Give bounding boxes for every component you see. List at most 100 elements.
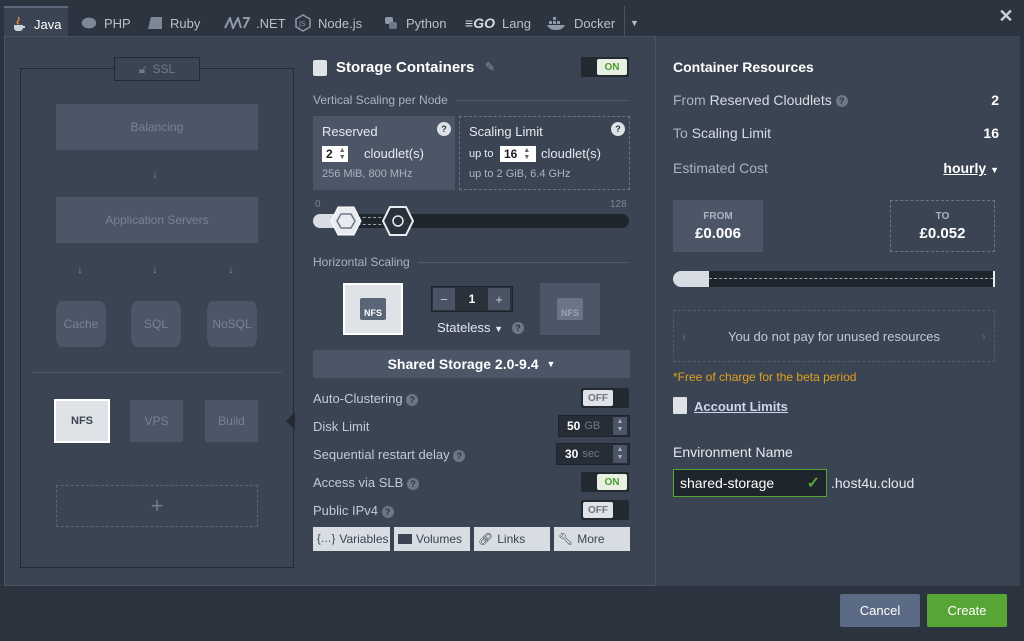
pencil-icon[interactable]: ✎ bbox=[485, 60, 495, 74]
build-node[interactable]: Build bbox=[205, 400, 258, 442]
links-button[interactable]: 🔗︎ Links bbox=[474, 527, 550, 551]
tab-php[interactable]: PHP bbox=[74, 6, 137, 40]
tab-dotnet[interactable]: .NET bbox=[218, 6, 292, 40]
svg-text:JS: JS bbox=[298, 20, 306, 28]
nfs-node-ghost[interactable]: NFS bbox=[540, 283, 600, 335]
tab-ruby[interactable]: Ruby bbox=[140, 6, 206, 40]
vps-label: VPS bbox=[144, 414, 169, 428]
chevron-down-icon: ▼ bbox=[546, 359, 556, 369]
spinner-icon[interactable]: ▲ ▼ bbox=[613, 417, 627, 435]
from-value: 2 bbox=[991, 92, 999, 108]
help-icon[interactable]: ? bbox=[512, 322, 524, 334]
tab-bar: Java PHP Ruby .NET JS Node.js Python ≡ GO… bbox=[0, 0, 1024, 40]
divider bbox=[418, 262, 629, 263]
nfs-node-icon[interactable]: NFS bbox=[343, 283, 403, 335]
tab-nodejs[interactable]: JS Node.js bbox=[288, 6, 368, 40]
from-label: From bbox=[673, 92, 706, 108]
slb-toggle[interactable]: ON bbox=[581, 472, 629, 492]
tab-label: .NET bbox=[256, 15, 286, 31]
stateless-dropdown[interactable]: Stateless ▼ bbox=[437, 320, 503, 335]
help-icon[interactable]: ? bbox=[437, 122, 451, 136]
close-icon[interactable]: ✕ bbox=[998, 7, 1014, 25]
toggle-label: OFF bbox=[583, 390, 613, 406]
beta-note: *Free of charge for the beta period bbox=[673, 370, 857, 384]
cloudlets-label: cloudlet(s) bbox=[541, 146, 601, 161]
node-count-value[interactable]: 1 bbox=[458, 288, 486, 310]
tabs-overflow-button[interactable]: ▼ bbox=[624, 6, 644, 40]
cancel-button[interactable]: Cancel bbox=[840, 594, 920, 627]
button-label: Variables bbox=[339, 532, 389, 546]
disk-limit-input[interactable]: 50 GB ▲ ▼ bbox=[558, 415, 630, 437]
help-icon[interactable]: ? bbox=[453, 449, 466, 462]
help-icon[interactable]: ? bbox=[835, 95, 848, 108]
reserved-handle[interactable] bbox=[330, 206, 362, 236]
more-button[interactable]: 🔧︎ More bbox=[554, 527, 630, 551]
chevron-right-icon[interactable]: › bbox=[982, 329, 986, 344]
add-node-button[interactable]: + bbox=[56, 485, 258, 527]
help-icon[interactable]: ? bbox=[381, 505, 394, 518]
button-label: More bbox=[577, 532, 605, 546]
account-limits-link[interactable]: Account Limits bbox=[694, 399, 788, 414]
decrement-button[interactable]: − bbox=[433, 288, 455, 310]
chevron-left-icon[interactable]: ‹ bbox=[682, 329, 686, 344]
app-servers-label: Application Servers bbox=[105, 213, 209, 227]
version-dropdown[interactable]: Shared Storage 2.0-9.4 ▼ bbox=[313, 350, 630, 378]
nosql-node[interactable]: NoSQL bbox=[207, 301, 257, 347]
tab-python[interactable]: Python bbox=[376, 6, 452, 40]
document-icon bbox=[673, 397, 687, 414]
ipv4-label: Public IPv4 ? bbox=[313, 503, 394, 518]
create-button[interactable]: Create bbox=[927, 594, 1007, 627]
python-icon bbox=[382, 14, 400, 32]
check-icon: ✓ bbox=[806, 475, 820, 492]
cache-node[interactable]: Cache bbox=[56, 301, 106, 347]
version-label: Shared Storage 2.0-9.4 bbox=[387, 356, 539, 372]
disk-value: 50 bbox=[567, 419, 581, 433]
tab-label: Ruby bbox=[170, 15, 201, 31]
chevron-down-icon: ▼ bbox=[494, 324, 504, 334]
arrow-down-icon: ↓ bbox=[77, 262, 83, 276]
tab-label: Lang bbox=[502, 15, 531, 31]
help-icon[interactable]: ? bbox=[406, 393, 419, 406]
sql-label: SQL bbox=[143, 317, 168, 331]
spinner-icon[interactable]: ▲ ▼ bbox=[613, 445, 627, 463]
reserved-stepper[interactable]: 2 ▲ ▼ bbox=[322, 146, 348, 162]
volumes-button[interactable]: Volumes bbox=[394, 527, 470, 551]
app-servers-node[interactable]: Application Servers bbox=[56, 197, 258, 243]
restart-value: 30 bbox=[565, 447, 579, 461]
sql-node[interactable]: SQL bbox=[131, 301, 181, 347]
ipv4-toggle[interactable]: OFF bbox=[581, 500, 629, 520]
restart-delay-input[interactable]: 30 sec ▲ ▼ bbox=[556, 443, 630, 465]
increment-button[interactable]: + bbox=[488, 288, 510, 310]
env-name-label: Environment Name bbox=[673, 444, 793, 460]
tab-go[interactable]: ≡ GO Lang bbox=[458, 6, 537, 40]
disk-limit-label: Disk Limit bbox=[313, 419, 370, 434]
from-box-label: FROM bbox=[703, 210, 733, 222]
tab-docker[interactable]: Docker bbox=[540, 6, 621, 40]
ssl-toggle[interactable]: 🔓︎ SSL bbox=[114, 57, 200, 81]
cost-period-dropdown[interactable]: hourly ▼ bbox=[943, 160, 999, 176]
section-title: Storage Containers bbox=[336, 59, 475, 76]
env-name-input[interactable]: shared-storage ✓ bbox=[673, 469, 827, 497]
auto-clustering-toggle[interactable]: OFF bbox=[581, 388, 629, 408]
vps-node[interactable]: VPS bbox=[130, 400, 183, 442]
limit-stepper[interactable]: 16 ▲ ▼ bbox=[500, 146, 536, 162]
to-row: To Scaling Limit 16 bbox=[673, 125, 999, 141]
balancing-node[interactable]: Balancing bbox=[56, 104, 258, 150]
tab-label: PHP bbox=[104, 15, 131, 31]
cache-label: Cache bbox=[63, 317, 99, 331]
variables-button[interactable]: {…} Variables bbox=[313, 527, 390, 551]
reserved-label: Reserved bbox=[322, 124, 378, 139]
tab-java[interactable]: Java bbox=[4, 6, 68, 40]
unused-note: You do not pay for unused resources bbox=[728, 328, 940, 344]
auto-clustering-label: Auto-Clustering ? bbox=[313, 391, 419, 406]
help-icon[interactable]: ? bbox=[611, 122, 625, 136]
limit-spec: up to 2 GiB, 6.4 GHz bbox=[469, 168, 571, 180]
to-box-label: TO bbox=[935, 210, 950, 222]
limit-handle[interactable] bbox=[382, 206, 414, 236]
slider-max: 128 bbox=[610, 199, 627, 210]
help-icon[interactable]: ? bbox=[406, 477, 419, 490]
cost-bar-fill bbox=[673, 271, 709, 287]
cloudlets-label: cloudlet(s) bbox=[364, 146, 424, 161]
nfs-node[interactable]: NFS bbox=[54, 399, 110, 443]
storage-toggle[interactable]: ON bbox=[581, 57, 629, 77]
